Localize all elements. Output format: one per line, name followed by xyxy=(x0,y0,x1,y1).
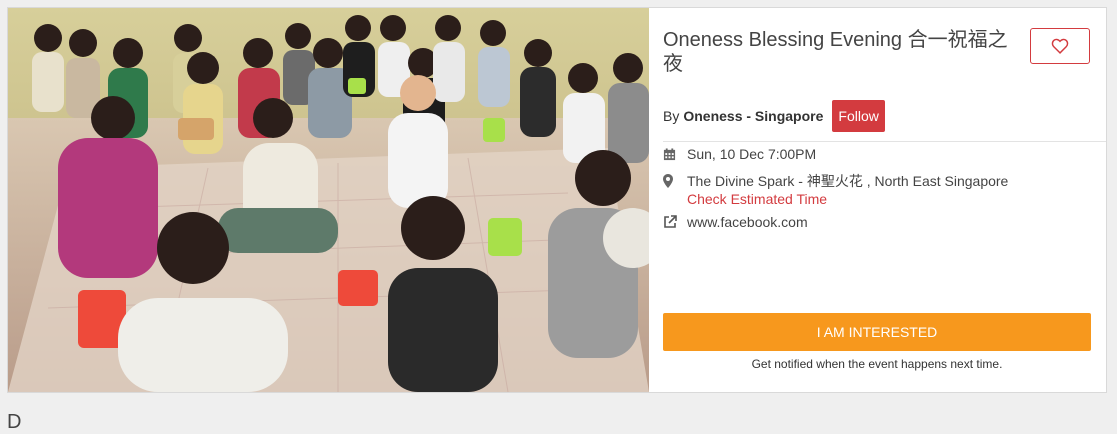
interested-button[interactable]: I AM INTERESTED xyxy=(663,313,1091,351)
map-marker-icon xyxy=(663,174,687,188)
interested-note: Get notified when the event happens next… xyxy=(751,357,1003,371)
event-date-row: Sun, 10 Dec 7:00PM xyxy=(663,146,816,162)
event-photo xyxy=(8,8,649,392)
heart-icon xyxy=(1051,38,1069,54)
by-prefix: By xyxy=(663,108,680,124)
calendar-icon xyxy=(663,147,687,161)
organizer-line: By Oneness - Singapore Follow xyxy=(663,100,885,132)
like-button[interactable] xyxy=(1030,28,1090,64)
event-location: The Divine Spark - 神聖火花 , North East Sin… xyxy=(687,173,1009,189)
event-date: Sun, 10 Dec 7:00PM xyxy=(687,146,817,162)
organizer-link[interactable]: Oneness - Singapore xyxy=(683,108,823,124)
event-website-row: www.facebook.com xyxy=(663,214,808,230)
event-location-row: The Divine Spark - 神聖火花 , North East Sin… xyxy=(663,171,1008,191)
section-heading-partial: D xyxy=(7,411,22,433)
check-estimated-time-link[interactable]: Check Estimated Time xyxy=(687,191,827,207)
follow-button[interactable]: Follow xyxy=(832,100,885,132)
event-website-link[interactable]: www.facebook.com xyxy=(687,214,808,230)
external-link-icon xyxy=(663,215,687,229)
event-card: Oneness Blessing Evening 合一祝福之夜 By Onene… xyxy=(7,7,1107,393)
event-info-panel: Oneness Blessing Evening 合一祝福之夜 By Onene… xyxy=(663,8,1106,392)
event-title: Oneness Blessing Evening 合一祝福之夜 xyxy=(663,29,1008,75)
divider xyxy=(663,141,1106,142)
